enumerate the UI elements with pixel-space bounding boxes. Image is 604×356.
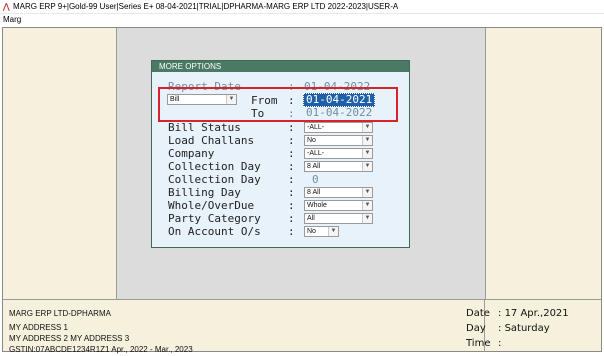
collection-day-select-row: Collection Day : xyxy=(168,160,295,173)
billing-day-select[interactable]: 8 All ▼ xyxy=(304,187,373,198)
gstin-period: GSTIN:07ABCDE1234R1Z1 Apr., 2022 - Mar.,… xyxy=(9,345,193,354)
left-panel xyxy=(3,28,117,299)
company-row: Company : xyxy=(168,147,295,160)
date-info: Date: 17 Apr.,2021 Day: Saturday Time: xyxy=(466,308,569,349)
on-account-row: On Account O/s : xyxy=(168,225,295,238)
title-bar: ⋀ MARG ERP 9+|Gold-99 User|Series E+ 08-0… xyxy=(0,0,604,14)
whole-overdue-row: Whole/OverDue : xyxy=(168,199,295,212)
collection-day-number-row: Collection Day : 0 xyxy=(168,173,319,186)
on-account-select[interactable]: No ▼ xyxy=(304,226,339,237)
collection-day-select[interactable]: 8 All ▼ xyxy=(304,161,373,172)
chevron-down-icon[interactable]: ▼ xyxy=(362,201,372,210)
company-label: Company xyxy=(168,147,215,160)
chevron-down-icon[interactable]: ▼ xyxy=(362,214,372,223)
company-name: MARG ERP LTD-DPHARMA xyxy=(9,309,111,318)
chevron-down-icon[interactable]: ▼ xyxy=(362,123,372,132)
chevron-down-icon[interactable]: ▼ xyxy=(328,227,338,236)
bill-status-select[interactable]: -ALL- ▼ xyxy=(304,122,373,133)
chevron-down-icon[interactable]: ▼ xyxy=(362,188,372,197)
menu-bar: Marg xyxy=(0,14,604,26)
party-category-label: Party Category xyxy=(168,212,261,225)
on-account-label: On Account O/s xyxy=(168,225,261,238)
load-challans-label: Load Challans xyxy=(168,134,255,147)
company-select[interactable]: -ALL- ▼ xyxy=(304,148,373,159)
collection-day-number-label: Collection Day xyxy=(168,173,261,186)
company-info: MARG ERP LTD-DPHARMA MY ADDRESS 1 MY ADD… xyxy=(9,308,193,355)
chevron-down-icon[interactable]: ▼ xyxy=(362,162,372,171)
bill-status-row: Bill Status : xyxy=(168,121,295,134)
window-title: MARG ERP 9+|Gold-99 User|Series E+ 08-04… xyxy=(13,2,399,11)
chevron-down-icon[interactable]: ▼ xyxy=(362,149,372,158)
whole-overdue-label: Whole/OverDue xyxy=(168,199,255,212)
right-panel xyxy=(485,28,601,299)
highlight-annotation-box xyxy=(158,87,398,122)
load-challans-select[interactable]: No ▼ xyxy=(304,135,373,146)
dialog-title: MORE OPTIONS xyxy=(152,61,409,72)
chevron-down-icon[interactable]: ▼ xyxy=(362,136,372,145)
time-label: Time xyxy=(466,338,491,349)
menu-item-marg[interactable]: Marg xyxy=(3,15,21,24)
day-value: Saturday xyxy=(504,323,550,334)
bill-status-label: Bill Status xyxy=(168,121,241,134)
party-category-select[interactable]: All ▼ xyxy=(304,213,373,224)
collection-day-label: Collection Day xyxy=(168,160,261,173)
load-challans-row: Load Challans : xyxy=(168,134,295,147)
app-logo-icon: ⋀ xyxy=(3,2,10,11)
collection-day-number-value[interactable]: 0 xyxy=(312,173,319,186)
billing-day-row: Billing Day : xyxy=(168,186,295,199)
address-line-2: MY ADDRESS 2 MY ADDRESS 3 xyxy=(9,334,130,343)
date-value: 17 Apr.,2021 xyxy=(504,308,569,319)
party-category-row: Party Category : xyxy=(168,212,295,225)
whole-overdue-select[interactable]: Whole ▼ xyxy=(304,200,373,211)
address-line-1: MY ADDRESS 1 xyxy=(9,323,68,332)
date-label: Date xyxy=(466,308,490,319)
billing-day-label: Billing Day xyxy=(168,186,241,199)
day-label: Day xyxy=(466,323,486,334)
